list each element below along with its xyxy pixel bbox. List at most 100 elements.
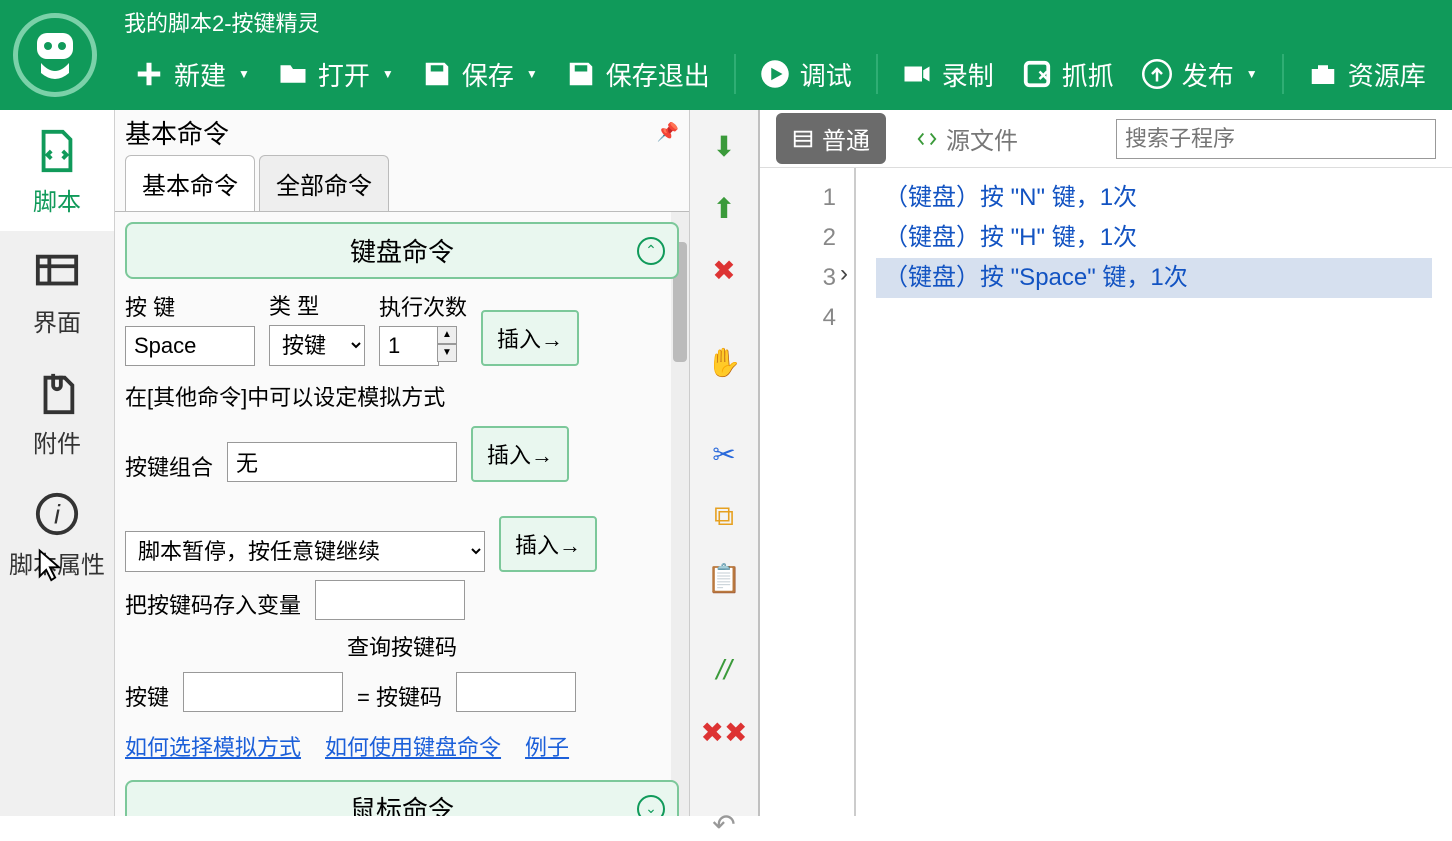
code-line[interactable]: （键盘）按 "H" 键，1次	[876, 218, 1432, 258]
grab-label: 抓抓	[1062, 56, 1114, 93]
save-exit-icon	[566, 59, 596, 89]
rail-attach[interactable]: 附件	[0, 352, 114, 473]
delete-icon[interactable]: ✖	[708, 254, 740, 286]
section-keyboard[interactable]: 键盘命令 ⌃	[125, 222, 679, 279]
count-input[interactable]	[379, 326, 439, 366]
save-button[interactable]: 保存▼	[412, 48, 548, 101]
grab-button[interactable]: 抓抓	[1012, 48, 1124, 101]
paste-icon[interactable]: 📋	[708, 562, 740, 594]
resource-label: 资源库	[1348, 56, 1426, 93]
record-button[interactable]: 录制	[892, 48, 1004, 101]
q-eq-label: = 按键码	[357, 680, 442, 712]
label-count: 执行次数	[379, 290, 467, 322]
rail-attach-label: 附件	[33, 424, 81, 459]
query-key-input[interactable]	[183, 672, 343, 712]
type-select[interactable]: 按键	[269, 325, 365, 366]
new-label: 新建	[174, 56, 226, 93]
camera-icon	[902, 59, 932, 89]
window-title: 我的脚本2-按键精灵	[110, 0, 1452, 38]
app-menu-button[interactable]	[0, 0, 110, 110]
undo-icon[interactable]: ↶	[708, 808, 740, 840]
cut-icon[interactable]: ✂	[708, 438, 740, 470]
store-var-input[interactable]	[315, 580, 465, 620]
save-exit-button[interactable]: 保存退出	[556, 48, 720, 101]
line-number: 3	[778, 258, 836, 298]
label-type: 类 型	[269, 289, 365, 321]
code-icon	[916, 128, 938, 150]
panel-body: 键盘命令 ⌃ 按 键 类 型 按键 执行次数 ▲▼ 插入→ 在[其他命令]中可以…	[115, 212, 689, 816]
rail-props-label: 脚本属性	[9, 545, 105, 580]
key-input[interactable]	[125, 326, 255, 366]
new-button[interactable]: 新建▼	[124, 48, 260, 101]
link-example[interactable]: 例子	[525, 730, 569, 762]
scrollbar[interactable]	[671, 212, 689, 816]
hand-icon[interactable]: ✋	[708, 346, 740, 378]
chevron-up-icon: ⌃	[637, 237, 665, 265]
plus-icon	[134, 59, 164, 89]
publish-label: 发布	[1182, 56, 1234, 93]
tab-all-commands[interactable]: 全部命令	[259, 155, 389, 211]
code-line[interactable]: （键盘）按 "N" 键，1次	[876, 178, 1432, 218]
insert-key-button[interactable]: 插入→	[481, 310, 579, 366]
code-area[interactable]: 1 2 3 4 › （键盘）按 "N" 键，1次 （键盘）按 "H" 键，1次 …	[760, 168, 1452, 816]
comment-icon[interactable]: //	[708, 654, 740, 686]
commands-panel: 基本命令 📌 基本命令 全部命令 键盘命令 ⌃ 按 键 类 型 按键 执行次数 …	[115, 110, 690, 816]
ui-icon	[34, 249, 80, 295]
link-use-keyboard[interactable]: 如何使用键盘命令	[325, 730, 501, 762]
store-label: 把按键码存入变量	[125, 588, 301, 620]
attachment-icon	[34, 370, 80, 416]
view-source-label: 源文件	[946, 121, 1018, 156]
section-mouse-label: 鼠标命令	[350, 795, 454, 816]
toolbar-separator	[1282, 54, 1284, 94]
editor-toolstrip: ⬇ ⬆ ✖ ✋ ✂ ⧉ 📋 // ✖✖ ↶	[690, 110, 760, 816]
toolbar-separator	[734, 54, 736, 94]
rail-ui-label: 界面	[33, 303, 81, 338]
query-label: 查询按键码	[125, 630, 679, 662]
uncomment-icon[interactable]: ✖✖	[708, 716, 740, 748]
debug-button[interactable]: 调试	[750, 48, 862, 101]
combo-label: 按键组合	[125, 450, 213, 482]
query-code-input[interactable]	[456, 672, 576, 712]
chevron-down-icon: ⌄	[637, 795, 665, 817]
publish-button[interactable]: 发布▼	[1132, 48, 1268, 101]
insert-combo-button[interactable]: 插入→	[471, 426, 569, 482]
line-number: 4	[778, 298, 836, 338]
copy-icon[interactable]: ⧉	[708, 500, 740, 532]
briefcase-icon	[1308, 59, 1338, 89]
section-keyboard-label: 键盘命令	[350, 237, 454, 267]
code-line-selected[interactable]: （键盘）按 "Space" 键，1次	[876, 258, 1432, 298]
save-exit-label: 保存退出	[606, 56, 710, 93]
label-key: 按 键	[125, 290, 255, 322]
line-number: 1	[778, 178, 836, 218]
code-lines[interactable]: › （键盘）按 "N" 键，1次 （键盘）按 "H" 键，1次 （键盘）按 "S…	[856, 168, 1452, 816]
arrow-down-icon[interactable]: ⬇	[708, 130, 740, 162]
view-normal-button[interactable]: 普通	[776, 113, 886, 164]
save-icon	[422, 59, 452, 89]
combo-input[interactable]	[227, 442, 457, 482]
view-normal-label: 普通	[822, 121, 870, 156]
play-icon	[760, 59, 790, 89]
arrow-up-icon[interactable]: ⬆	[708, 192, 740, 224]
insert-pause-button[interactable]: 插入→	[499, 516, 597, 572]
section-mouse[interactable]: 鼠标命令 ⌄	[125, 780, 679, 816]
panel-title: 基本命令	[125, 114, 229, 151]
search-subroutine-input[interactable]	[1116, 119, 1436, 159]
resource-button[interactable]: 资源库	[1298, 48, 1436, 101]
rail-script[interactable]: 脚本	[0, 110, 114, 231]
pause-select[interactable]: 脚本暂停，按任意键继续	[125, 531, 485, 572]
pin-icon[interactable]: 📌	[657, 122, 679, 143]
grab-icon	[1022, 59, 1052, 89]
record-label: 录制	[942, 56, 994, 93]
open-button[interactable]: 打开▼	[268, 48, 404, 101]
folder-icon	[278, 59, 308, 89]
rail-ui[interactable]: 界面	[0, 231, 114, 352]
publish-icon	[1142, 59, 1172, 89]
count-down[interactable]: ▼	[437, 344, 457, 362]
count-up[interactable]: ▲	[437, 326, 457, 344]
rail-props[interactable]: i 脚本属性	[0, 473, 114, 594]
tab-basic-commands[interactable]: 基本命令	[125, 155, 255, 211]
side-rail: 脚本 界面 附件 i 脚本属性	[0, 110, 115, 816]
link-sim-mode[interactable]: 如何选择模拟方式	[125, 730, 301, 762]
view-source-button[interactable]: 源文件	[900, 113, 1034, 164]
save-label: 保存	[462, 56, 514, 93]
